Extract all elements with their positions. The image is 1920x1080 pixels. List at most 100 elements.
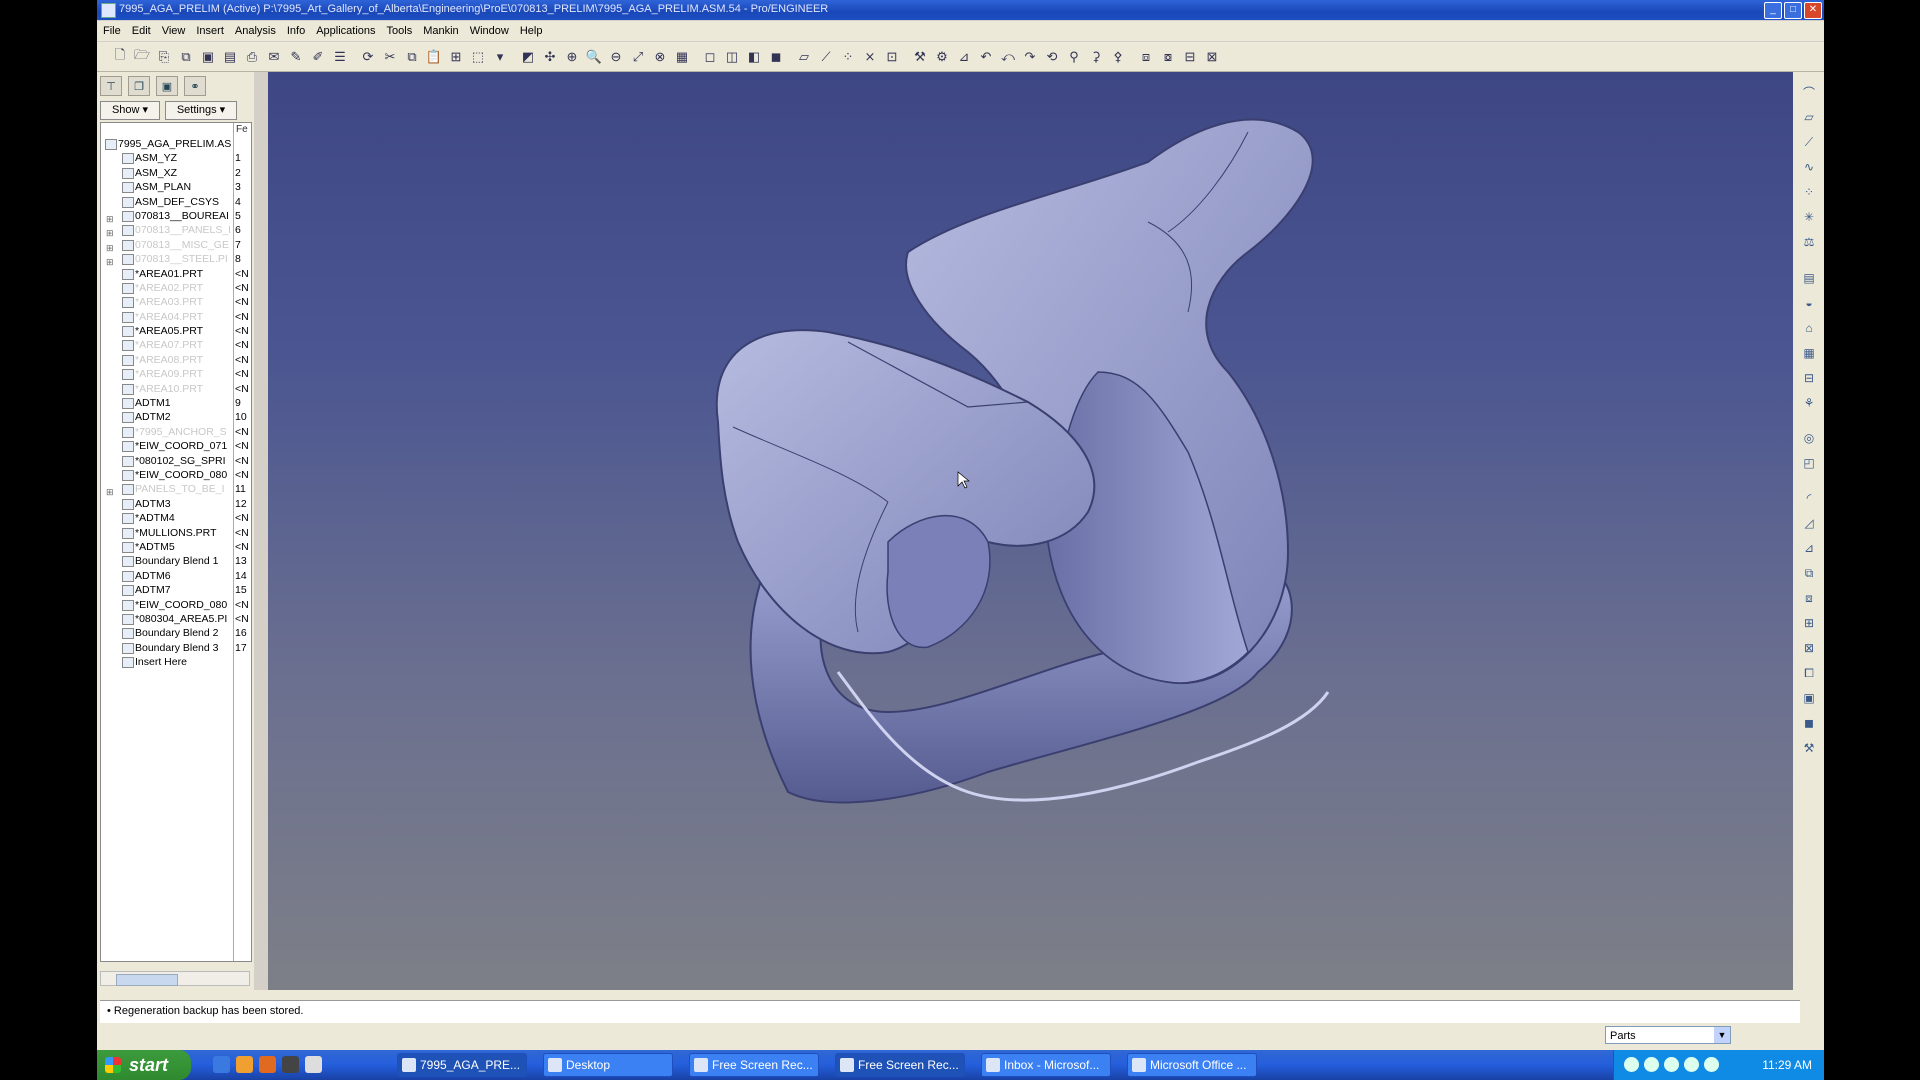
menu-tools[interactable]: Tools: [387, 25, 413, 37]
network-tray-icon[interactable]: [1644, 1057, 1659, 1072]
security-tray-icon[interactable]: [1664, 1057, 1679, 1072]
tree-item[interactable]: Insert Here: [101, 655, 251, 669]
tool-i-icon[interactable]: ⚳: [1085, 46, 1107, 68]
tool-e-icon[interactable]: ⤺: [997, 46, 1019, 68]
erase-icon[interactable]: ✐: [307, 46, 329, 68]
list-icon[interactable]: ☰: [329, 46, 351, 68]
purge-icon[interactable]: ✎: [285, 46, 307, 68]
menu-window[interactable]: Window: [470, 25, 509, 37]
datum-point-icon[interactable]: ⁘: [837, 46, 859, 68]
plane-icon[interactable]: ▱: [1801, 109, 1817, 125]
tool-f-icon[interactable]: ↷: [1019, 46, 1041, 68]
tool-icon[interactable]: [282, 1056, 299, 1073]
layers-icon[interactable]: ▦: [671, 46, 693, 68]
firefox-icon[interactable]: [236, 1056, 253, 1073]
warp-icon[interactable]: ⚒: [1801, 740, 1817, 756]
model-tree-tab-icon[interactable]: ⊤: [100, 76, 122, 96]
tree-item[interactable]: ADTM1 9: [101, 396, 251, 410]
tree-item[interactable]: ADTM7 15: [101, 583, 251, 597]
zoom-in-icon[interactable]: 🔍: [583, 46, 605, 68]
window-close-icon[interactable]: ⊠: [1201, 46, 1223, 68]
tree-item[interactable]: ⊞ 070813__PANELS_F 6: [101, 223, 251, 238]
revolve-icon[interactable]: ◒: [1801, 295, 1817, 311]
print-icon[interactable]: ⎙: [241, 46, 263, 68]
menu-file[interactable]: File: [103, 25, 121, 37]
datum-axis-icon[interactable]: ⟋: [815, 46, 837, 68]
tree-column-header[interactable]: Fe: [236, 124, 248, 135]
3d-model[interactable]: [268, 72, 1793, 990]
save-copy-icon[interactable]: ▤: [219, 46, 241, 68]
tree-item[interactable]: *AREA10.PRT <N: [101, 382, 251, 396]
tree-item[interactable]: *ADTM5 <N: [101, 540, 251, 554]
start-button[interactable]: start: [97, 1050, 191, 1080]
tree-item[interactable]: ADTM2 10: [101, 410, 251, 424]
chamfer-icon[interactable]: ◿: [1801, 515, 1817, 531]
extrude-icon[interactable]: ▤: [1801, 270, 1817, 286]
dropdown-arrow-icon[interactable]: ▾: [489, 46, 511, 68]
pattern-icon[interactable]: ⧉: [1801, 565, 1817, 581]
trim-icon[interactable]: ⊠: [1801, 640, 1817, 656]
tree-item[interactable]: ⊞ 070813__STEEL.PI 8: [101, 252, 251, 267]
orient-icon[interactable]: ⊕: [561, 46, 583, 68]
annotation-icon[interactable]: ⊡: [881, 46, 903, 68]
menu-info[interactable]: Info: [287, 25, 305, 37]
save-icon[interactable]: ▣: [197, 46, 219, 68]
window-activate-icon[interactable]: ⊟: [1179, 46, 1201, 68]
open-recent-icon[interactable]: ⧉: [175, 46, 197, 68]
sketch-icon[interactable]: ⌒: [1801, 84, 1817, 100]
hidden-line-icon[interactable]: ◫: [721, 46, 743, 68]
tree-item[interactable]: *AREA07.PRT <N: [101, 338, 251, 352]
tool-h-icon[interactable]: ⚲: [1063, 46, 1085, 68]
tree-item[interactable]: *EIW_COORD_080 <N: [101, 468, 251, 482]
mirror-icon[interactable]: ⧈: [1801, 590, 1817, 606]
point-icon[interactable]: ⁘: [1801, 184, 1817, 200]
menu-mankin[interactable]: Mankin: [423, 25, 458, 37]
folder-browser-tab-icon[interactable]: ❐: [128, 76, 150, 96]
tree-item[interactable]: *MULLIONS.PRT <N: [101, 526, 251, 540]
tree-item[interactable]: *AREA05.PRT <N: [101, 324, 251, 338]
tree-item[interactable]: *AREA02.PRT <N: [101, 281, 251, 295]
menu-insert[interactable]: Insert: [196, 25, 224, 37]
task-screen-rec-1[interactable]: Free Screen Rec...: [689, 1053, 819, 1077]
tree-item[interactable]: *EIW_COORD_071 <N: [101, 439, 251, 453]
tree-item[interactable]: Boundary Blend 1 13: [101, 554, 251, 568]
tree-item[interactable]: Boundary Blend 2 16: [101, 626, 251, 640]
sweep-icon[interactable]: ⌂: [1801, 320, 1817, 336]
media-icon[interactable]: [259, 1056, 276, 1073]
task-proe[interactable]: 7995_AGA_PRE...: [397, 1053, 527, 1077]
tree-item[interactable]: *EIW_COORD_080 <N: [101, 598, 251, 612]
zoom-out-icon[interactable]: ⊖: [605, 46, 627, 68]
tree-item[interactable]: ASM_PLAN 3: [101, 180, 251, 194]
curve-icon[interactable]: ∿: [1801, 159, 1817, 175]
datum-plane-icon[interactable]: ▱: [793, 46, 815, 68]
merge-icon[interactable]: ⊞: [1801, 615, 1817, 631]
thicken-icon[interactable]: ▣: [1801, 690, 1817, 706]
tree-item[interactable]: *AREA04.PRT <N: [101, 310, 251, 324]
window-tile-icon[interactable]: ⧇: [1157, 46, 1179, 68]
tree-item[interactable]: *080304_AREA5.PI <N: [101, 612, 251, 626]
tree-item[interactable]: ASM_YZ 1: [101, 151, 251, 165]
send-icon[interactable]: ✉: [263, 46, 285, 68]
cut-icon[interactable]: ✂: [379, 46, 401, 68]
show-dropdown[interactable]: Show ▾: [100, 101, 160, 120]
task-screen-rec-2[interactable]: Free Screen Rec...: [835, 1053, 965, 1077]
favorites-tab-icon[interactable]: ▣: [156, 76, 178, 96]
display-tray-icon[interactable]: [1704, 1057, 1719, 1072]
tree-item[interactable]: *7995_ANCHOR_S <N: [101, 425, 251, 439]
tree-item[interactable]: ADTM3 12: [101, 497, 251, 511]
paste-special-icon[interactable]: ⊞: [445, 46, 467, 68]
tree-root[interactable]: 7995_AGA_PRELIM.AS: [101, 137, 251, 151]
analysis-feature-icon[interactable]: ⚖: [1801, 234, 1817, 250]
tree-item[interactable]: ⊞ PANELS_TO_BE_I 11: [101, 482, 251, 497]
tool-a-icon[interactable]: ⚒: [909, 46, 931, 68]
task-desktop[interactable]: Desktop: [543, 1053, 673, 1077]
maximize-button[interactable]: □: [1784, 2, 1802, 19]
csys-icon[interactable]: ✳: [1801, 209, 1817, 225]
ie-icon[interactable]: [213, 1056, 230, 1073]
tree-item[interactable]: ASM_XZ 2: [101, 166, 251, 180]
menu-view[interactable]: View: [162, 25, 186, 37]
hole-icon[interactable]: ◎: [1801, 430, 1817, 446]
repaint-icon[interactable]: ◩: [517, 46, 539, 68]
paste-icon[interactable]: 📋: [423, 46, 445, 68]
tree-item[interactable]: *AREA03.PRT <N: [101, 295, 251, 309]
